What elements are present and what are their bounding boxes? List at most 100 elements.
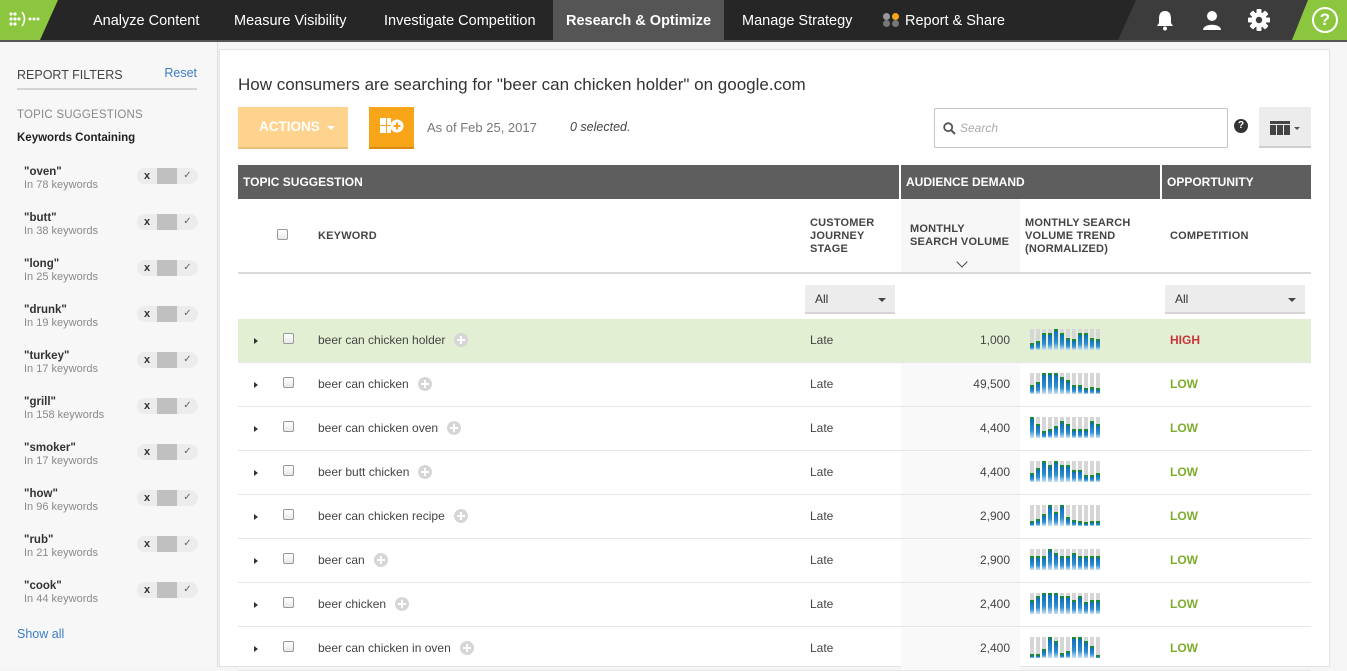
include-icon[interactable]: ✓ — [177, 306, 198, 322]
search-help-icon[interactable]: ? — [1234, 119, 1248, 133]
reset-link[interactable]: Reset — [164, 66, 197, 80]
show-all-link[interactable]: Show all — [17, 627, 64, 641]
include-exclude-toggle[interactable]: x ✓ — [137, 490, 198, 506]
add-keyword-icon[interactable] — [417, 377, 432, 391]
include-exclude-toggle[interactable]: x ✓ — [137, 260, 198, 276]
toggle-handle[interactable] — [157, 490, 177, 506]
row-checkbox[interactable] — [283, 333, 294, 344]
nav-research-optimize[interactable]: Research & Optimize — [553, 0, 724, 40]
add-keyword-icon[interactable] — [459, 641, 474, 655]
brand-logo[interactable] — [0, 0, 58, 40]
toggle-handle[interactable] — [157, 536, 177, 552]
include-exclude-toggle[interactable]: x ✓ — [137, 352, 198, 368]
include-icon[interactable]: ✓ — [177, 490, 198, 506]
gear-icon[interactable] — [1248, 9, 1270, 31]
include-exclude-toggle[interactable]: x ✓ — [137, 398, 198, 414]
journey-stage-cell: Late — [810, 553, 834, 567]
expand-row-icon[interactable] — [254, 646, 258, 652]
toggle-handle[interactable] — [157, 582, 177, 598]
table-row[interactable]: beer can Late 2,900 LOW — [238, 539, 1311, 583]
add-keyword-icon[interactable] — [454, 333, 469, 347]
user-icon[interactable] — [1201, 9, 1223, 31]
competition-filter-select[interactable]: All — [1165, 285, 1305, 314]
table-row[interactable]: beer butt chicken Late 4,400 LOW — [238, 451, 1311, 495]
add-keyword-icon[interactable] — [453, 509, 468, 523]
exclude-icon[interactable]: x — [137, 490, 157, 506]
exclude-icon[interactable]: x — [137, 214, 157, 230]
search-box[interactable] — [934, 108, 1228, 148]
expand-row-icon[interactable] — [254, 382, 258, 388]
table-row[interactable]: beer can chicken Late 49,500 LOW — [238, 363, 1311, 407]
trend-bar — [1048, 329, 1052, 350]
col-customer-journey-stage[interactable]: CUSTOMER JOURNEY STAGE — [810, 217, 874, 256]
expand-row-icon[interactable] — [254, 558, 258, 564]
expand-row-icon[interactable] — [254, 470, 258, 476]
include-icon[interactable]: ✓ — [177, 352, 198, 368]
expand-row-icon[interactable] — [254, 602, 258, 608]
nav-analyze-content[interactable]: Analyze Content — [77, 0, 215, 40]
expand-row-icon[interactable] — [254, 514, 258, 520]
exclude-icon[interactable]: x — [137, 352, 157, 368]
group-topic-suggestion: TOPIC SUGGESTION — [238, 165, 899, 199]
nav-manage-strategy[interactable]: Manage Strategy — [726, 0, 868, 40]
nav-measure-visibility[interactable]: Measure Visibility — [218, 0, 363, 40]
expand-row-icon[interactable] — [254, 338, 258, 344]
bell-icon[interactable] — [1154, 9, 1176, 31]
nav-report-share[interactable]: Report & Share — [867, 0, 1021, 40]
toggle-handle[interactable] — [157, 214, 177, 230]
include-icon[interactable]: ✓ — [177, 168, 198, 184]
row-checkbox[interactable] — [283, 509, 294, 520]
search-input[interactable] — [960, 118, 1215, 138]
row-checkbox[interactable] — [283, 641, 294, 652]
table-row[interactable]: beer chicken Late 2,400 LOW — [238, 583, 1311, 627]
table-row[interactable]: beer can chicken oven Late 4,400 LOW — [238, 407, 1311, 451]
include-icon[interactable]: ✓ — [177, 536, 198, 552]
table-row[interactable]: beer can chicken recipe Late 2,900 LOW — [238, 495, 1311, 539]
add-keyword-icon[interactable] — [395, 597, 410, 611]
actions-button[interactable]: ACTIONS — [238, 107, 348, 149]
exclude-icon[interactable]: x — [137, 306, 157, 322]
toggle-handle[interactable] — [157, 260, 177, 276]
col-monthly-search-volume[interactable]: MONTHLY SEARCH VOLUME — [910, 223, 1009, 249]
include-icon[interactable]: ✓ — [177, 398, 198, 414]
row-checkbox[interactable] — [283, 553, 294, 564]
column-chooser-button[interactable] — [1259, 107, 1311, 148]
include-exclude-toggle[interactable]: x ✓ — [137, 168, 198, 184]
include-exclude-toggle[interactable]: x ✓ — [137, 444, 198, 460]
toggle-handle[interactable] — [157, 352, 177, 368]
select-all-checkbox[interactable] — [277, 229, 288, 240]
table-row[interactable]: beer can chicken in oven Late 2,400 LOW — [238, 627, 1311, 671]
exclude-icon[interactable]: x — [137, 168, 157, 184]
add-to-list-button[interactable] — [369, 107, 414, 149]
toggle-handle[interactable] — [157, 398, 177, 414]
include-icon[interactable]: ✓ — [177, 582, 198, 598]
exclude-icon[interactable]: x — [137, 260, 157, 276]
include-icon[interactable]: ✓ — [177, 444, 198, 460]
row-checkbox[interactable] — [283, 377, 294, 388]
exclude-icon[interactable]: x — [137, 536, 157, 552]
toggle-handle[interactable] — [157, 168, 177, 184]
exclude-icon[interactable]: x — [137, 582, 157, 598]
include-exclude-toggle[interactable]: x ✓ — [137, 214, 198, 230]
expand-row-icon[interactable] — [254, 426, 258, 432]
toggle-handle[interactable] — [157, 306, 177, 322]
add-keyword-icon[interactable] — [447, 421, 462, 435]
row-checkbox[interactable] — [283, 465, 294, 476]
col-keyword[interactable]: KEYWORD — [318, 230, 377, 243]
table-row[interactable]: beer can chicken holder Late 1,000 HIGH — [238, 319, 1311, 363]
add-keyword-icon[interactable] — [373, 553, 388, 567]
stage-filter-select[interactable]: All — [805, 285, 895, 314]
add-keyword-icon[interactable] — [418, 465, 433, 479]
toggle-handle[interactable] — [157, 444, 177, 460]
include-icon[interactable]: ✓ — [177, 214, 198, 230]
nav-investigate-competition[interactable]: Investigate Competition — [368, 0, 552, 40]
include-exclude-toggle[interactable]: x ✓ — [137, 306, 198, 322]
row-checkbox[interactable] — [283, 597, 294, 608]
col-competition[interactable]: COMPETITION — [1170, 230, 1249, 243]
row-checkbox[interactable] — [283, 421, 294, 432]
include-icon[interactable]: ✓ — [177, 260, 198, 276]
exclude-icon[interactable]: x — [137, 444, 157, 460]
include-exclude-toggle[interactable]: x ✓ — [137, 582, 198, 598]
include-exclude-toggle[interactable]: x ✓ — [137, 536, 198, 552]
exclude-icon[interactable]: x — [137, 398, 157, 414]
